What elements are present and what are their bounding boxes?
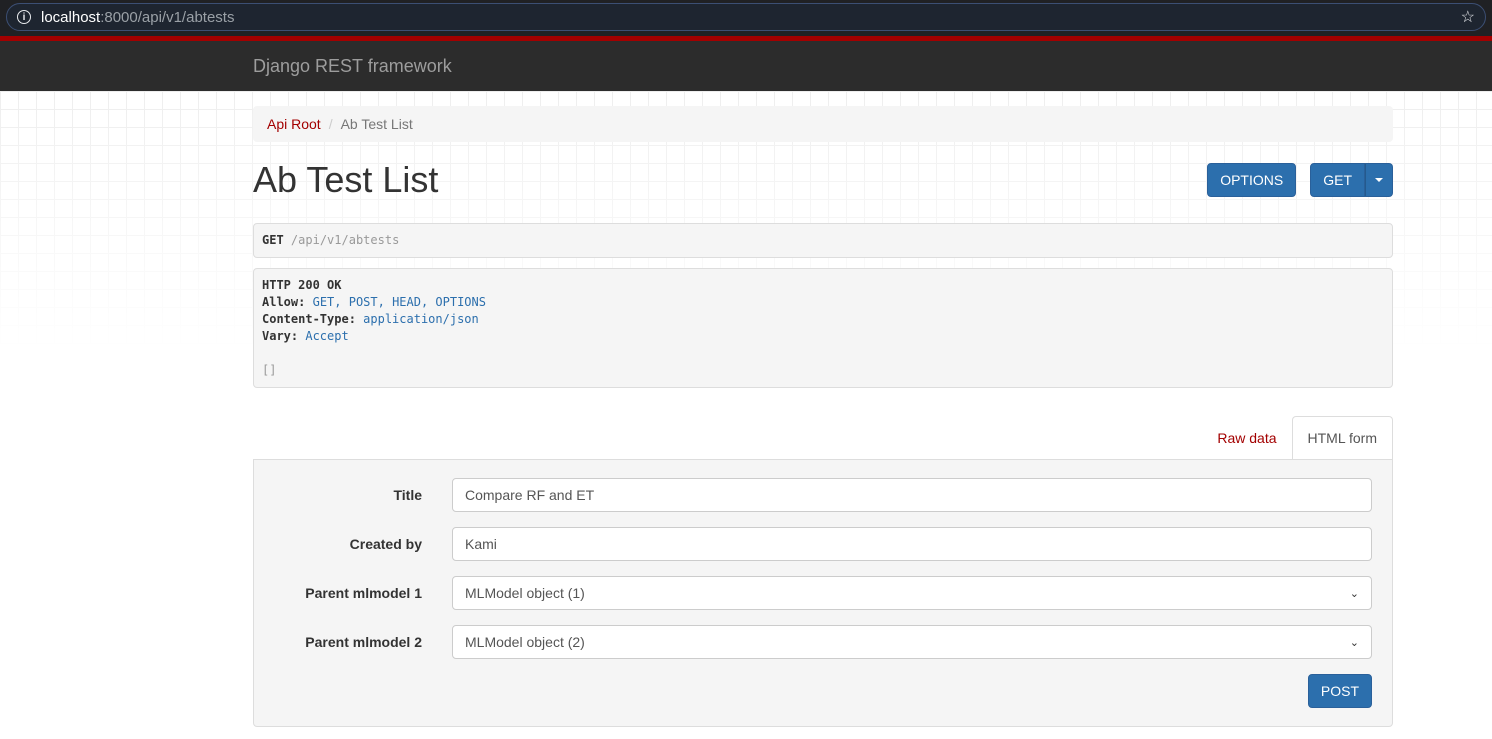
caret-down-icon xyxy=(1375,178,1383,182)
tab-raw-data[interactable]: Raw data xyxy=(1202,416,1291,459)
created-by-input[interactable]: Kami xyxy=(452,527,1372,561)
page-title: Ab Test List xyxy=(253,159,439,200)
navbar: Django REST framework xyxy=(0,41,1492,91)
url-path: :8000/api/v1/abtests xyxy=(100,8,235,26)
parent-mlmodel-1-label: Parent mlmodel 1 xyxy=(305,585,422,601)
parent-mlmodel-1-value: MLModel object (1) xyxy=(465,585,585,601)
content: Api Root / Ab Test List Ab Test List OPT… xyxy=(253,106,1393,727)
info-icon[interactable]: i xyxy=(17,10,31,24)
request-path: /api/v1/abtests xyxy=(290,233,400,247)
breadcrumb-separator: / xyxy=(328,116,333,132)
header-value: Accept xyxy=(305,329,349,343)
address-bar[interactable]: i localhost:8000/api/v1/abtests ☆ xyxy=(6,3,1486,31)
header-key: Vary: xyxy=(262,329,299,343)
form-row-created-by: Created by Kami xyxy=(274,527,1372,561)
post-button[interactable]: POST xyxy=(1307,674,1372,708)
browser-chrome: i localhost:8000/api/v1/abtests ☆ xyxy=(0,0,1492,36)
get-format-dropdown[interactable] xyxy=(1365,163,1393,197)
chevron-down-icon: ⌄ xyxy=(1349,636,1359,649)
header-key: Content-Type: xyxy=(262,312,356,326)
title-input[interactable]: Compare RF and ET xyxy=(452,478,1372,512)
form-row-parent-mlmodel-1: Parent mlmodel 1 MLModel object (1) ⌄ xyxy=(274,576,1372,610)
header-value: GET, POST, HEAD, OPTIONS xyxy=(312,295,486,309)
form-row-title: Title Compare RF and ET xyxy=(274,478,1372,512)
request-info: GET /api/v1/abtests xyxy=(253,223,1393,258)
bookmark-star-icon[interactable]: ☆ xyxy=(1461,7,1475,27)
breadcrumb: Api Root / Ab Test List xyxy=(253,106,1393,142)
header-value: application/json xyxy=(363,312,479,326)
response-body: [] xyxy=(262,363,277,377)
created-by-value: Kami xyxy=(465,536,497,552)
parent-mlmodel-2-select[interactable]: MLModel object (2) ⌄ xyxy=(452,625,1372,659)
parent-mlmodel-1-select[interactable]: MLModel object (1) ⌄ xyxy=(452,576,1372,610)
form-tabs: Raw data HTML form xyxy=(253,416,1393,459)
title-value: Compare RF and ET xyxy=(465,487,595,503)
html-form: Title Compare RF and ET Created by Kami Pa… xyxy=(253,459,1393,727)
form-row-parent-mlmodel-2: Parent mlmodel 2 MLModel object (2) ⌄ xyxy=(274,625,1372,659)
parent-mlmodel-2-label: Parent mlmodel 2 xyxy=(305,634,422,650)
breadcrumb-current: Ab Test List xyxy=(340,116,413,132)
breadcrumb-api-root[interactable]: Api Root xyxy=(267,116,321,132)
title-label: Title xyxy=(393,487,422,503)
request-method: GET xyxy=(262,233,284,247)
response-info: HTTP 200 OK Allow: GET, POST, HEAD, OPTI… xyxy=(253,268,1393,388)
get-button[interactable]: GET xyxy=(1310,163,1365,197)
parent-mlmodel-2-value: MLModel object (2) xyxy=(465,634,585,650)
tab-html-form[interactable]: HTML form xyxy=(1291,416,1393,459)
page-header: Ab Test List OPTIONS GET xyxy=(253,159,1393,200)
header-key: Allow: xyxy=(262,295,306,309)
options-button[interactable]: OPTIONS xyxy=(1207,163,1297,197)
created-by-label: Created by xyxy=(349,536,422,552)
response-status: HTTP 200 OK xyxy=(262,278,342,292)
chevron-down-icon: ⌄ xyxy=(1349,587,1359,600)
url-host: localhost xyxy=(41,8,101,26)
brand[interactable]: Django REST framework xyxy=(253,56,452,76)
